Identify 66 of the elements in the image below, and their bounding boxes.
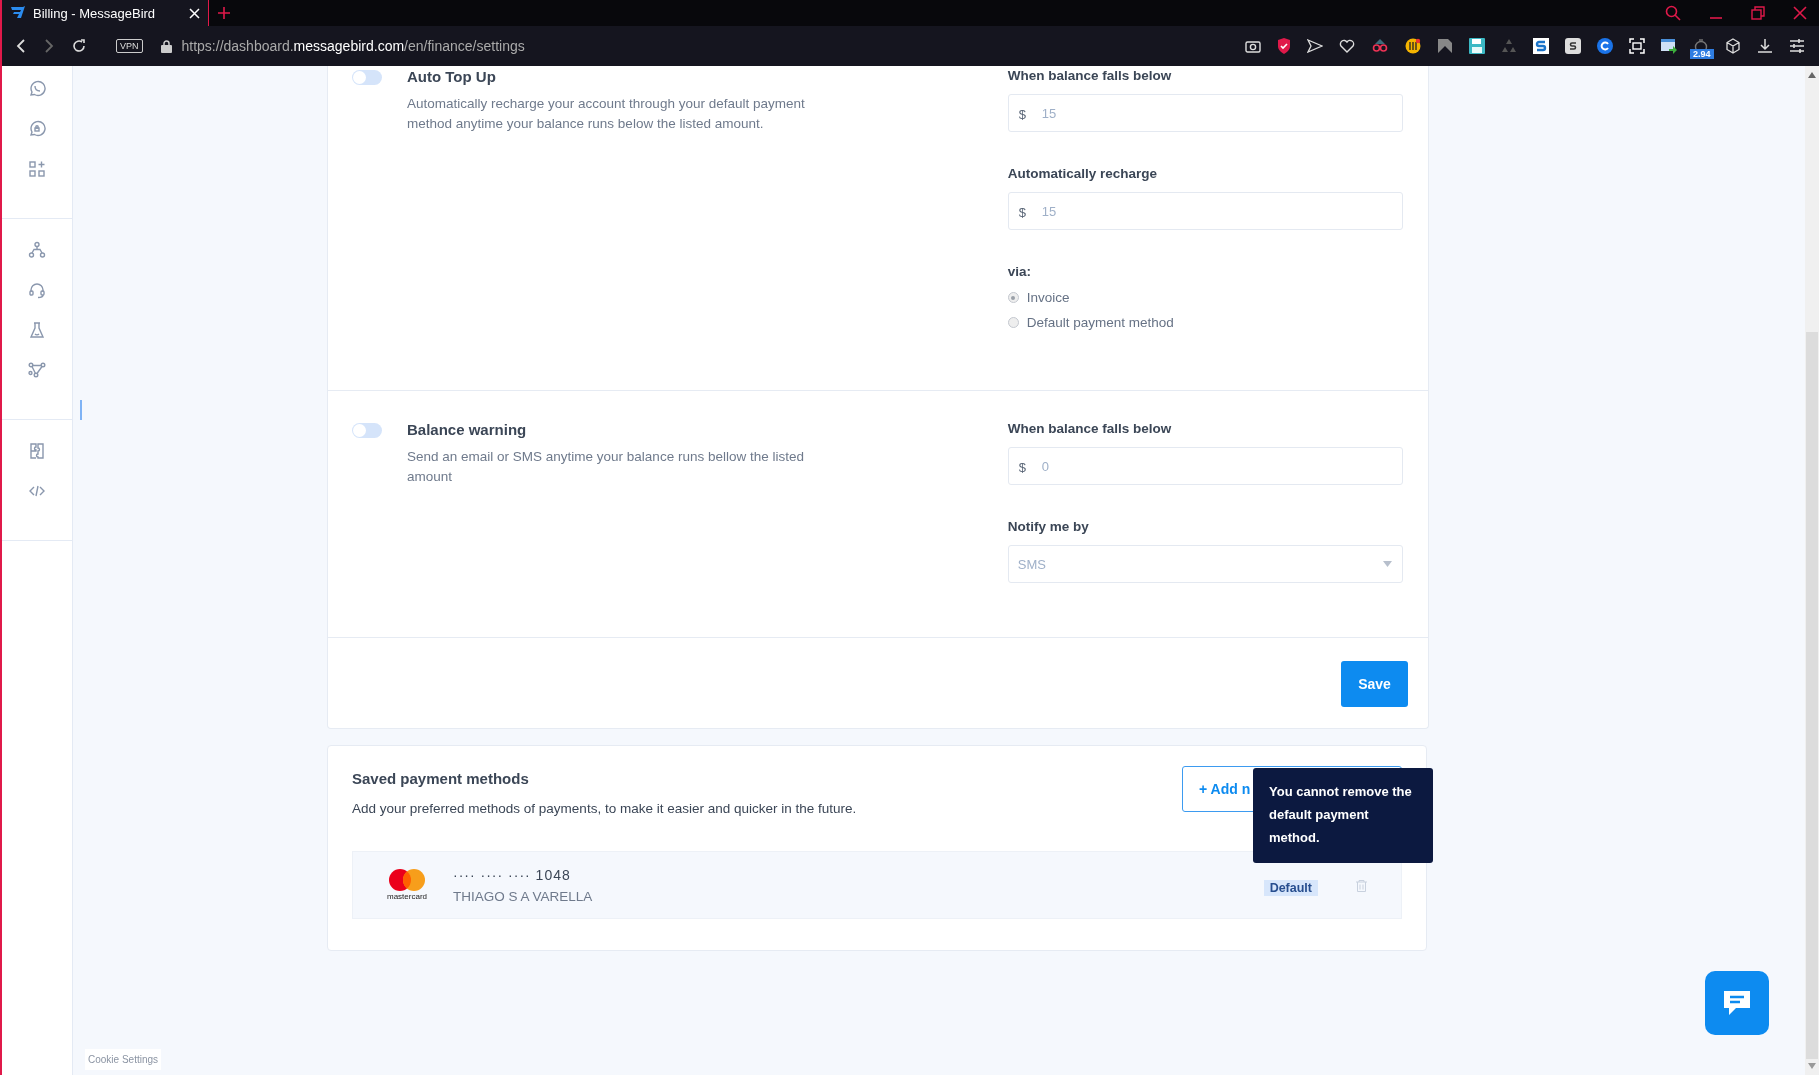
field-label: via:	[1007, 264, 1032, 279]
cookie-settings-link[interactable]: Cookie Settings	[85, 1049, 162, 1070]
browser-tab[interactable]: Billing - MessageBird	[0, 0, 209, 26]
cube-icon[interactable]	[1725, 38, 1741, 54]
radio-option[interactable]: Default payment method	[1007, 315, 1403, 330]
field-label: When balance falls below	[1007, 68, 1173, 83]
shield-icon[interactable]	[1277, 38, 1291, 54]
lock-chat-icon[interactable]	[28, 120, 46, 138]
default-badge: Default	[1263, 880, 1318, 896]
section-description: Automatically recharge your account through your default payment method anytime your balance runs below the listed amount.	[407, 95, 806, 133]
apps-icon[interactable]	[28, 160, 46, 178]
sliders-icon[interactable]	[1789, 38, 1805, 54]
currency-symbol: $	[1018, 107, 1026, 122]
new-tab-icon[interactable]	[218, 7, 230, 19]
forward-icon[interactable]	[44, 39, 54, 53]
caret-icon	[1383, 561, 1392, 567]
bird-logo-icon	[10, 6, 26, 20]
text-cursor	[80, 400, 82, 420]
address-field[interactable]: https://dashboard.messagebird.com/en/finance/settings	[181, 38, 525, 54]
headset-icon[interactable]	[28, 281, 46, 299]
floppy-icon[interactable]	[1469, 38, 1485, 54]
save-button[interactable]: Save	[1341, 661, 1408, 707]
toggle-switch[interactable]	[352, 70, 382, 85]
spy-glasses-icon[interactable]	[1371, 38, 1389, 54]
toggle-switch[interactable]	[352, 423, 382, 438]
camera-icon[interactable]	[1245, 39, 1261, 53]
lock-icon	[160, 39, 172, 53]
restore-icon[interactable]	[1751, 6, 1765, 20]
s-logo-icon[interactable]	[1533, 38, 1549, 54]
flow-icon[interactable]	[28, 241, 46, 259]
down-arrow-icon[interactable]	[1808, 1063, 1816, 1069]
graph-icon[interactable]	[28, 361, 46, 379]
send-icon[interactable]	[1307, 39, 1323, 53]
section-description: Add your preferred methods of payments, to make it easier and quicker in the future.	[352, 801, 857, 816]
fullscreen-icon[interactable]	[1629, 38, 1645, 54]
section-description: Send an email or SMS anytime your balance runs bellow the listed amount	[407, 448, 805, 486]
currency-symbol: $	[1018, 205, 1026, 220]
currency-symbol: $	[1018, 460, 1026, 475]
puzzle-icon[interactable]	[28, 442, 46, 460]
s-logo-icon[interactable]	[1565, 38, 1581, 54]
chat-icon	[1722, 989, 1752, 1017]
vpn-badge[interactable]: VPN	[116, 39, 143, 53]
overlapping-circles-icon	[389, 869, 425, 891]
section-title: Balance warning	[407, 421, 528, 438]
flask-icon[interactable]	[28, 321, 46, 339]
card-holder: THIAGO S A VARELLA	[453, 888, 593, 904]
radio-option[interactable]: Invoice	[1007, 290, 1403, 305]
search-icon[interactable]	[1665, 5, 1681, 21]
up-arrow-icon[interactable]	[1808, 72, 1816, 78]
refresh-circle-icon[interactable]	[1597, 38, 1613, 54]
field-label: Automatically recharge	[1007, 166, 1159, 181]
download-icon[interactable]	[1757, 38, 1773, 54]
extension-badge: 2.94	[1690, 49, 1714, 59]
reload-icon[interactable]	[72, 39, 86, 53]
card-number: ···· ···· ···· 1048	[453, 866, 572, 883]
heart-icon[interactable]	[1339, 39, 1355, 53]
back-icon[interactable]	[16, 39, 26, 53]
field-label: When balance falls below	[1007, 421, 1173, 436]
chat-icon[interactable]	[28, 80, 46, 98]
scrollbar[interactable]	[1805, 66, 1819, 1075]
section-title: Auto Top Up	[407, 68, 497, 85]
chat-button[interactable]	[1705, 971, 1769, 1035]
field-label: Notify me by	[1007, 519, 1090, 534]
section-title: Saved payment methods	[352, 770, 530, 787]
card-logo: mastercard	[385, 869, 429, 901]
tooltip: You cannot remove the default payment method.	[1253, 768, 1433, 863]
